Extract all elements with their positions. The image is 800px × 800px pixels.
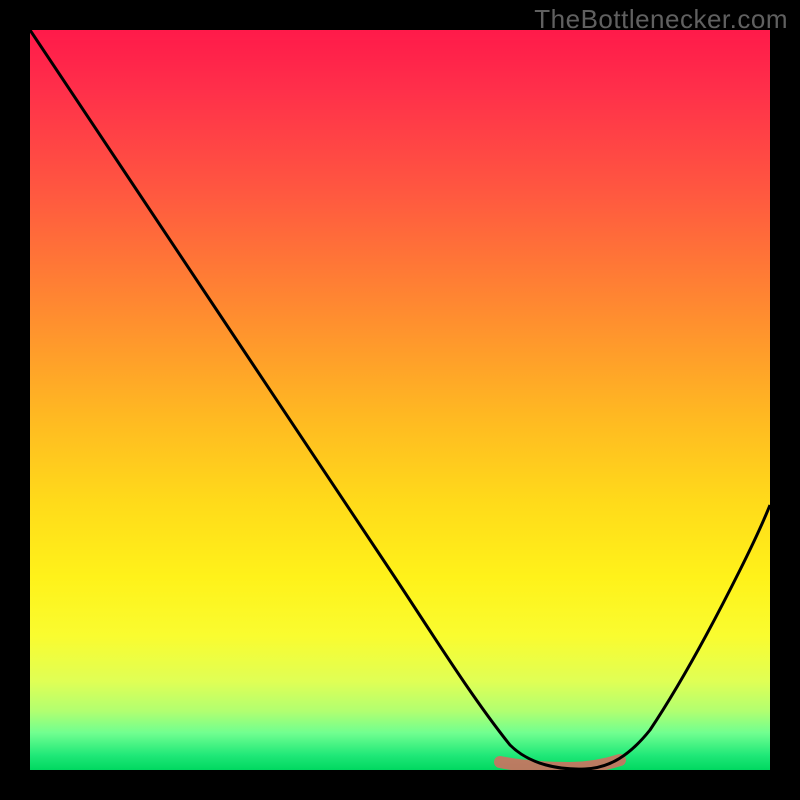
chart-frame: TheBottlenecker.com [0, 0, 800, 800]
bottleneck-curve [30, 30, 770, 769]
watermark-text: TheBottlenecker.com [534, 4, 788, 35]
curve-layer [30, 30, 770, 770]
plot-area [30, 30, 770, 770]
